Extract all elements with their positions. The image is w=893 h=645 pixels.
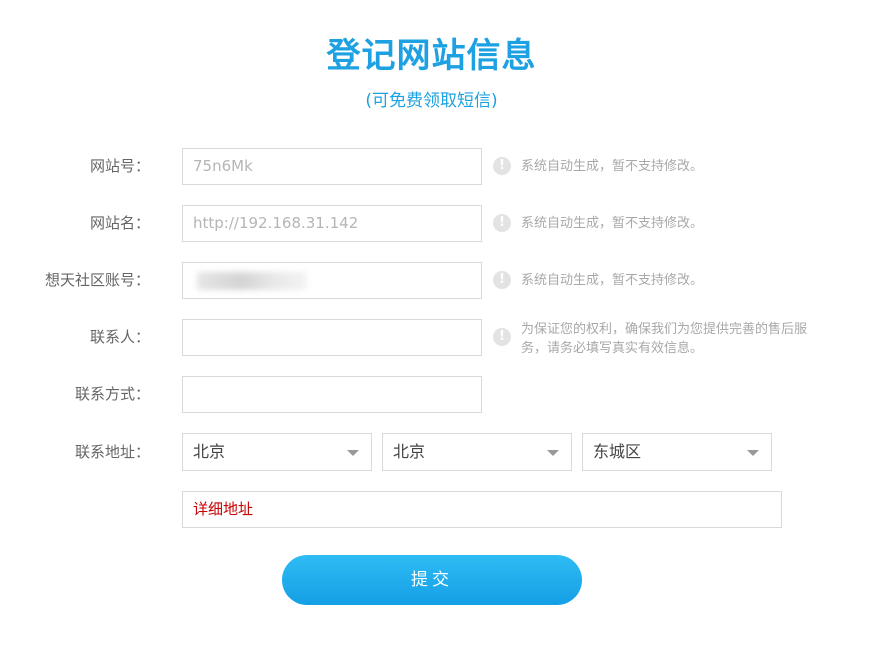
page-subtitle: (可免费领取短信) bbox=[365, 91, 498, 111]
info-icon: ! bbox=[493, 328, 511, 346]
info-icon: ! bbox=[493, 157, 511, 175]
contact-person-label: 联系人： bbox=[89, 328, 150, 346]
site-id-label: 网站号： bbox=[89, 157, 150, 175]
province-value: 北京 bbox=[193, 442, 226, 461]
site-name-field[interactable]: http://192.168.31.142 bbox=[182, 205, 482, 242]
district-select[interactable]: 东城区 bbox=[582, 433, 772, 471]
city-value: 北京 bbox=[393, 442, 426, 461]
district-value: 东城区 bbox=[593, 442, 642, 461]
province-select[interactable]: 北京 bbox=[182, 433, 372, 471]
site-id-field[interactable]: 75n6Mk bbox=[182, 148, 482, 185]
info-icon: ! bbox=[493, 271, 511, 289]
page-title: 登记网站信息 bbox=[326, 36, 537, 76]
contact-person-input[interactable] bbox=[182, 319, 482, 356]
chevron-down-icon bbox=[747, 450, 759, 456]
info-icon: ! bbox=[493, 214, 511, 232]
community-account-field[interactable] bbox=[182, 262, 482, 299]
contact-person-hint-line1: 为保证您的权利，确保我们为您提供完善的售后服 bbox=[521, 322, 808, 337]
contact-person-hint: 为保证您的权利，确保我们为您提供完善的售后服 务，请务必填写真实有效信息。 bbox=[521, 320, 807, 358]
contact-person-hint-line2: 务，请务必填写真实有效信息。 bbox=[521, 341, 704, 356]
address-detail-input[interactable]: 详细地址 bbox=[182, 491, 782, 528]
site-name-hint: 系统自动生成，暂不支持修改。 bbox=[521, 216, 704, 231]
contact-method-input[interactable] bbox=[182, 376, 482, 413]
site-name-label: 网站名： bbox=[89, 214, 150, 232]
contact-address-label: 联系地址： bbox=[74, 443, 150, 461]
community-account-label: 想天社区账号： bbox=[44, 271, 150, 289]
redacted-value bbox=[197, 272, 307, 290]
submit-button[interactable]: 提交 bbox=[282, 555, 582, 605]
site-id-hint: 系统自动生成，暂不支持修改。 bbox=[521, 159, 704, 174]
contact-method-label: 联系方式： bbox=[74, 385, 150, 403]
chevron-down-icon bbox=[347, 450, 359, 456]
city-select[interactable]: 北京 bbox=[382, 433, 572, 471]
community-account-hint: 系统自动生成，暂不支持修改。 bbox=[521, 273, 704, 288]
chevron-down-icon bbox=[547, 450, 559, 456]
